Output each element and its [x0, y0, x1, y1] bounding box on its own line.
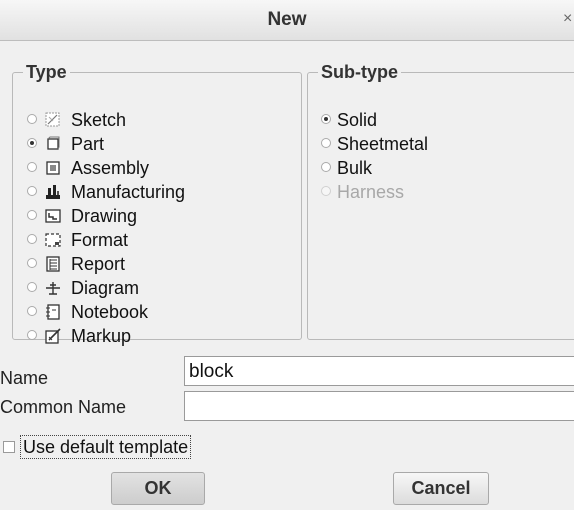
- subtype-group: Sub-type Solid Sheetmetal Bulk Harness: [307, 62, 574, 340]
- type-radio-notebook[interactable]: [27, 306, 37, 316]
- report-icon: [46, 256, 60, 272]
- manufacturing-icon: [46, 185, 60, 199]
- notebook-icon: [46, 304, 60, 320]
- name-input[interactable]: [184, 356, 574, 386]
- dialog-title: New: [267, 9, 307, 30]
- type-radio-sketch[interactable]: [27, 114, 37, 124]
- format-icon: [45, 233, 61, 247]
- type-label-diagram: Diagram: [71, 278, 140, 298]
- type-label-markup: Markup: [71, 326, 132, 346]
- part-icon: [47, 136, 60, 150]
- title-bar[interactable]: New ×: [0, 0, 574, 41]
- subtype-group-legend: Sub-type: [321, 62, 399, 82]
- common-name-input[interactable]: [184, 391, 574, 421]
- subtype-label-harness: Harness: [337, 182, 405, 202]
- type-radio-diagram[interactable]: [27, 282, 37, 292]
- sketch-icon: [45, 112, 60, 127]
- type-radio-drawing[interactable]: [27, 210, 37, 220]
- use-default-template-label[interactable]: Use default template: [20, 435, 192, 459]
- diagram-icon: [46, 282, 60, 295]
- subtype-label-solid: Solid: [337, 110, 378, 130]
- subtype-label-sheetmetal: Sheetmetal: [337, 134, 429, 154]
- ok-button[interactable]: OK: [111, 472, 205, 505]
- type-label-notebook: Notebook: [71, 302, 149, 322]
- close-icon[interactable]: ×: [563, 10, 572, 28]
- type-label-manufacturing: Manufacturing: [71, 182, 186, 202]
- common-name-label: Common Name: [0, 397, 127, 417]
- subtype-label-bulk: Bulk: [337, 158, 373, 178]
- new-dialog: New × Type Sketch Part Assembly Manufact…: [0, 0, 574, 510]
- type-radio-format[interactable]: [27, 234, 37, 244]
- cancel-button[interactable]: Cancel: [393, 472, 489, 505]
- markup-icon: [45, 328, 61, 344]
- type-radio-manufacturing[interactable]: [27, 186, 37, 196]
- type-radio-part[interactable]: [27, 138, 37, 148]
- type-radio-markup[interactable]: [27, 330, 37, 340]
- name-label: Name: [0, 368, 49, 388]
- type-label-drawing: Drawing: [71, 206, 138, 226]
- type-group: Type Sketch Part Assembly Manufacturing …: [12, 62, 302, 346]
- subtype-radio-solid[interactable]: [321, 114, 331, 124]
- subtype-radio-sheetmetal[interactable]: [321, 138, 331, 148]
- type-group-legend: Type: [26, 62, 67, 82]
- assembly-icon: [46, 161, 60, 175]
- type-radio-report[interactable]: [27, 258, 37, 268]
- drawing-icon: [45, 209, 61, 223]
- subtype-radio-harness: [321, 186, 331, 196]
- type-radio-assembly[interactable]: [27, 162, 37, 172]
- subtype-radio-bulk[interactable]: [321, 162, 331, 172]
- use-default-template-checkbox[interactable]: [3, 441, 15, 453]
- type-label-sketch: Sketch: [71, 110, 127, 130]
- type-label-report: Report: [71, 254, 126, 274]
- type-label-part: Part: [71, 134, 105, 154]
- type-label-format: Format: [71, 230, 129, 250]
- type-label-assembly: Assembly: [71, 158, 150, 178]
